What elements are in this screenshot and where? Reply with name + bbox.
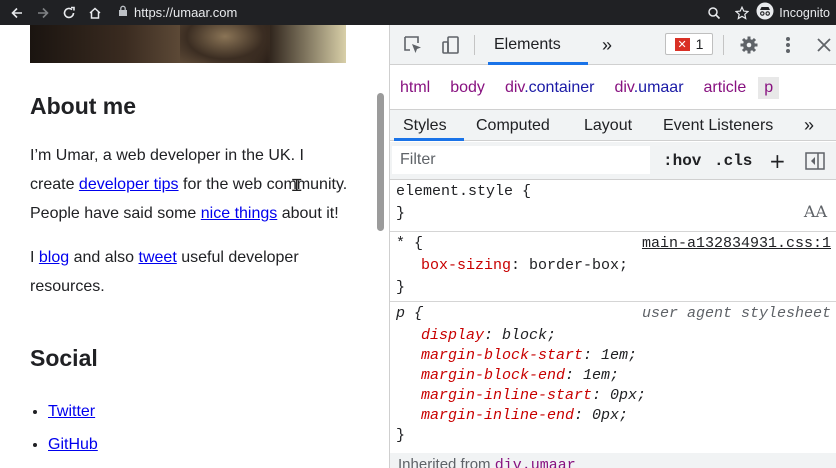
twitter-link[interactable]: Twitter	[48, 403, 95, 420]
rule-selector[interactable]: element.style {	[396, 182, 531, 202]
tab-event-listeners[interactable]: Event Listeners	[663, 110, 773, 141]
css-declaration: margin-block-end: 1em;	[421, 367, 620, 384]
text-cursor-icon: Ɪ	[292, 176, 302, 196]
social-heading: Social	[30, 345, 98, 371]
user-agent-p-rule: p { user agent stylesheet display: block…	[390, 302, 836, 450]
error-icon: ✕	[674, 37, 690, 51]
breadcrumb-div-container[interactable]: div.container	[505, 79, 595, 97]
home-icon[interactable]	[82, 0, 108, 25]
rule-close-brace: }	[396, 205, 406, 222]
styles-subtabs: Styles Computed Layout Event Listeners »	[390, 109, 836, 141]
breadcrumb-body[interactable]: body	[450, 79, 485, 97]
more-tabs-icon[interactable]: »	[596, 25, 618, 65]
settings-gear-icon[interactable]	[736, 25, 762, 65]
incognito-label: Incognito	[779, 5, 830, 20]
more-subtabs-icon[interactable]: »	[804, 110, 814, 141]
close-devtools-icon[interactable]	[814, 25, 834, 65]
error-count-badge[interactable]: ✕ 1	[665, 33, 713, 55]
devtools-panel: Elements » ✕ 1 html body div.container d…	[389, 25, 836, 468]
lock-icon	[118, 4, 128, 22]
inherited-label: Inherited from	[398, 456, 495, 468]
breadcrumb-div-umaar[interactable]: div.umaar	[614, 79, 683, 97]
forward-icon[interactable]	[30, 0, 56, 25]
class-toggle[interactable]: .cls	[714, 142, 752, 180]
rule-close-brace: }	[396, 427, 406, 444]
devtools-toolbar: Elements » ✕ 1	[390, 25, 836, 65]
page-viewport: About me I’m Umar, a web developer in th…	[0, 25, 389, 468]
styles-filter-input[interactable]	[392, 146, 650, 174]
tab-elements[interactable]: Elements	[494, 25, 561, 65]
kebab-menu-icon[interactable]	[780, 25, 796, 65]
css-declaration: margin-inline-start: 0px;	[421, 387, 647, 404]
toolbar-divider	[723, 35, 724, 55]
browser-toolbar: https://umaar.com Incognito	[0, 0, 836, 25]
inherited-element-link[interactable]: div.umaar	[495, 457, 576, 468]
breadcrumb-article[interactable]: article	[704, 79, 747, 97]
github-link[interactable]: GitHub	[48, 436, 98, 453]
rule-close-brace: }	[396, 279, 406, 296]
inspect-element-icon[interactable]	[400, 25, 426, 65]
incognito-indicator[interactable]: Incognito	[756, 2, 830, 23]
blog-paragraph: I blog and also tweet useful developer r…	[30, 243, 350, 301]
about-heading: About me	[30, 93, 137, 119]
element-style-rule: element.style { } AA	[390, 180, 836, 232]
address-bar[interactable]: https://umaar.com	[118, 0, 237, 25]
tab-layout[interactable]: Layout	[584, 110, 632, 141]
styles-filter-bar: :hov .cls +	[390, 142, 836, 180]
tweet-link[interactable]: tweet	[139, 249, 177, 266]
about-paragraph: I’m Umar, a web developer in the UK. I c…	[30, 141, 350, 228]
hover-state-toggle[interactable]: :hov	[663, 142, 701, 180]
hero-image	[30, 25, 346, 63]
universal-rule: * { main-a132834931.css:1 box-sizing: bo…	[390, 232, 836, 302]
error-count: 1	[695, 36, 704, 52]
rule-selector: p {	[396, 305, 424, 322]
stylesheet-link[interactable]: main-a132834931.css:1	[642, 234, 831, 254]
developer-tips-link[interactable]: developer tips	[79, 176, 179, 193]
inherited-from-header: Inherited from div.umaar	[390, 453, 836, 468]
about-text-3: about it!	[277, 205, 339, 222]
back-icon[interactable]	[4, 0, 30, 25]
css-declaration: margin-block-start: 1em;	[421, 347, 638, 364]
list-item: GitHub	[48, 428, 98, 461]
blog-text-1: I	[30, 249, 39, 266]
tab-styles[interactable]: Styles	[403, 110, 447, 141]
tab-computed[interactable]: Computed	[476, 110, 550, 141]
blog-link[interactable]: blog	[39, 249, 69, 266]
reload-icon[interactable]	[56, 0, 82, 25]
css-declaration[interactable]: box-sizing: border-box;	[421, 256, 628, 276]
toggle-sidebar-icon[interactable]	[805, 142, 825, 180]
css-declaration: display: block;	[421, 327, 557, 344]
list-item: Twitter	[48, 395, 98, 428]
css-declaration: margin-inline-end: 0px;	[421, 407, 629, 424]
device-toolbar-icon[interactable]	[438, 25, 464, 65]
active-tab-indicator	[488, 62, 588, 65]
zoom-icon[interactable]	[700, 0, 728, 25]
incognito-icon	[756, 2, 774, 23]
breadcrumb: html body div.container div.umaar articl…	[390, 73, 836, 103]
active-subtab-indicator	[394, 138, 464, 141]
new-rule-button[interactable]: +	[769, 142, 786, 180]
url-text: https://umaar.com	[134, 5, 238, 20]
font-editor-icon[interactable]: AA	[804, 202, 827, 222]
breadcrumb-html[interactable]: html	[400, 79, 430, 97]
social-list: Twitter GitHub	[30, 395, 98, 461]
breadcrumb-p[interactable]: p	[758, 77, 780, 99]
star-icon[interactable]	[728, 0, 756, 25]
page-scrollbar[interactable]	[377, 93, 384, 231]
rule-selector[interactable]: * {	[396, 234, 423, 254]
nice-things-link[interactable]: nice things	[201, 205, 278, 222]
user-agent-stylesheet-label: user agent stylesheet	[641, 305, 831, 322]
blog-text-2: and also	[69, 249, 139, 266]
toolbar-divider	[474, 35, 475, 55]
browser-actions: Incognito	[700, 0, 836, 25]
